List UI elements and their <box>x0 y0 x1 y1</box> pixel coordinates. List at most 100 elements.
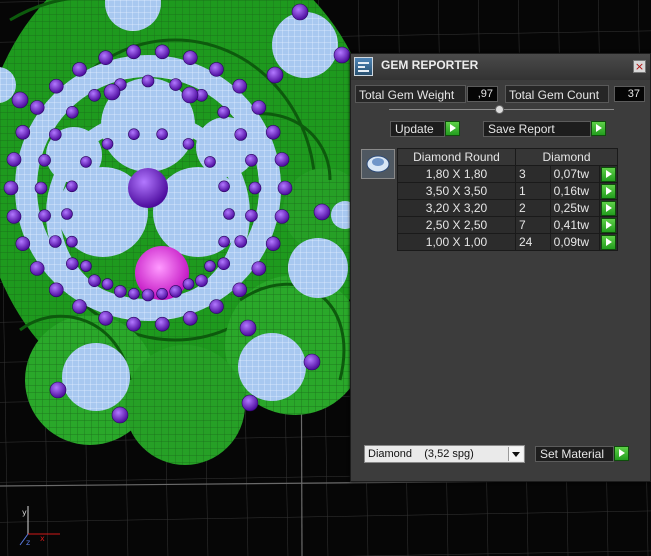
purple-gem <box>155 44 170 60</box>
purple-gem <box>80 260 92 272</box>
purple-gem <box>291 3 309 21</box>
gem-count: 1 <box>515 182 551 200</box>
purple-gem <box>183 310 198 326</box>
axis-y-label: y <box>22 508 27 517</box>
purple-gem <box>156 287 168 300</box>
purple-gem <box>251 261 267 276</box>
purple-gem <box>88 89 101 102</box>
table-row[interactable]: 1,00 X 1,00 24 0,09tw <box>397 233 619 251</box>
purple-gem <box>15 236 31 251</box>
set-material-button[interactable]: Set Material <box>535 446 614 462</box>
purple-gem <box>38 209 51 222</box>
gem-count: 7 <box>515 216 551 234</box>
purple-gem <box>141 288 155 302</box>
gem-reporter-panel: GEM REPORTER × Total Gem Weight ,97 Tota… <box>350 53 651 482</box>
purple-gem <box>182 138 195 150</box>
purple-gem <box>266 66 284 84</box>
purple-gem <box>169 78 182 91</box>
total-gem-weight-value: ,97 <box>467 86 498 102</box>
table-row[interactable]: 1,80 X 1,80 3 0,07tw <box>397 165 619 183</box>
row-arrow-icon[interactable] <box>600 184 616 199</box>
gem-count: 24 <box>515 233 551 251</box>
purple-gem <box>245 209 258 222</box>
material-select-value: Diamond (3,52 spg) <box>368 448 474 460</box>
divider-knob[interactable] <box>495 105 504 114</box>
purple-gem <box>234 128 247 141</box>
purple-gem <box>48 235 62 248</box>
gem-size: 2,50 X 2,50 <box>397 216 516 234</box>
purple-gem <box>66 257 79 271</box>
gem-weight: 0,07tw <box>549 165 600 183</box>
purple-gem <box>209 62 224 77</box>
purple-gem <box>155 316 170 332</box>
purple-gem <box>209 299 224 314</box>
table-row[interactable]: 3,50 X 3,50 1 0,16tw <box>397 182 619 200</box>
row-arrow-icon[interactable] <box>600 218 616 233</box>
purple-gem <box>234 235 247 248</box>
purple-gem <box>48 78 64 94</box>
update-button[interactable]: Update <box>390 121 445 137</box>
total-gem-count-label: Total Gem Count <box>505 85 609 103</box>
row-arrow-icon[interactable] <box>600 235 616 250</box>
row-go-cell[interactable] <box>598 216 619 234</box>
save-report-button[interactable]: Save Report <box>483 121 591 137</box>
purple-gem <box>38 154 51 167</box>
gem-weight: 0,16tw <box>549 182 600 200</box>
panel-titlebar[interactable]: GEM REPORTER × <box>351 54 650 80</box>
purple-gem <box>181 86 199 104</box>
purple-gem <box>34 181 48 195</box>
axis-z-label: z <box>26 538 30 547</box>
close-icon[interactable]: × <box>633 60 646 73</box>
purple-gem <box>111 406 129 424</box>
set-material-arrow-icon[interactable] <box>614 446 629 461</box>
gem-table: Diamond Round Diamond 1,80 X 1,80 3 0,07tw… <box>397 148 619 251</box>
purple-gem <box>303 353 321 371</box>
row-go-cell[interactable] <box>598 182 619 200</box>
purple-gem <box>66 235 78 248</box>
purple-gem <box>313 203 331 221</box>
row-arrow-icon[interactable] <box>600 167 616 182</box>
purple-gem <box>6 152 22 167</box>
purple-gem <box>29 261 45 276</box>
purple-gem <box>15 125 31 140</box>
purple-gem <box>141 74 155 88</box>
row-go-cell[interactable] <box>598 199 619 217</box>
purple-gem <box>66 106 79 119</box>
purple-gem <box>274 152 290 167</box>
purple-gem <box>61 208 73 220</box>
purple-gem <box>156 128 168 140</box>
gem-weight: 0,41tw <box>549 216 600 234</box>
row-go-cell[interactable] <box>598 233 619 251</box>
purple-gem <box>11 91 29 109</box>
purple-gem <box>218 180 230 193</box>
center-purple-gem <box>128 168 168 208</box>
material-select[interactable]: Diamond (3,52 spg) <box>364 445 525 463</box>
table-row[interactable]: 3,20 X 3,20 2 0,25tw <box>397 199 619 217</box>
purple-gem <box>3 180 19 196</box>
purple-gem <box>232 282 247 298</box>
purple-gem <box>29 100 45 115</box>
row-go-cell[interactable] <box>598 165 619 183</box>
gem-size: 3,20 X 3,20 <box>397 199 516 217</box>
row-arrow-icon[interactable] <box>600 201 616 216</box>
gem-thumbnail[interactable] <box>361 149 395 179</box>
purple-gem <box>101 278 114 290</box>
update-arrow-icon[interactable] <box>445 121 460 136</box>
purple-gem <box>88 274 101 288</box>
gem-count: 2 <box>515 199 551 217</box>
purple-gem <box>101 138 114 150</box>
panel-title: GEM REPORTER <box>381 58 479 72</box>
table-row[interactable]: 2,50 X 2,50 7 0,41tw <box>397 216 619 234</box>
purple-gem <box>265 236 281 251</box>
purple-gem <box>98 310 113 326</box>
purple-gem <box>169 285 182 298</box>
total-gem-count-value: 37 <box>614 86 645 102</box>
purple-gem <box>204 156 216 168</box>
save-report-arrow-icon[interactable] <box>591 121 606 136</box>
purple-gem <box>98 50 113 66</box>
purple-gem <box>217 106 230 119</box>
purple-gem <box>66 180 78 193</box>
chevron-down-icon[interactable] <box>508 447 523 461</box>
purple-gem <box>333 46 351 64</box>
axis-x-label: x <box>40 534 45 543</box>
